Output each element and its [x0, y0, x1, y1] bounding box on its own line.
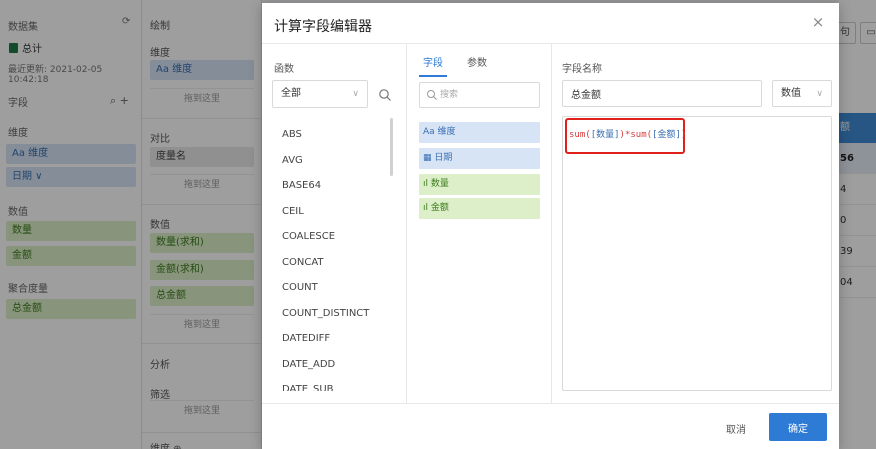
field-type-select[interactable]: 数值 ∨ — [772, 80, 832, 107]
confirm-button[interactable]: 确定 — [769, 413, 827, 441]
tab-params[interactable]: 参数 — [467, 54, 487, 77]
function-item[interactable]: ABS — [262, 122, 406, 148]
type-selected: 数值 — [781, 88, 801, 99]
function-item[interactable]: CONCAT — [262, 250, 406, 276]
field-search-input[interactable] — [440, 87, 535, 103]
formula-editor[interactable]: sum([数量])*sum([金额]) — [562, 116, 832, 391]
field-search — [419, 82, 540, 108]
field-column: 字段 参数 Aa 维度 ▦ 日期 ıl 数量 ıl 金额 — [407, 44, 551, 403]
chevron-down-icon: ∨ — [352, 89, 359, 99]
function-list: ABS AVG BASE64 CEIL COALESCE CONCAT COUN… — [262, 122, 406, 391]
cancel-button[interactable]: 取消 — [718, 416, 754, 440]
function-title: 函数 — [274, 64, 294, 75]
field-name-input[interactable] — [562, 80, 762, 107]
search-icon — [427, 90, 437, 100]
field-item-date[interactable]: ▦ 日期 — [419, 148, 540, 169]
function-category-select[interactable]: 全部 ∨ — [272, 80, 368, 108]
calc-field-editor-modal: 计算字段编辑器 × 函数 全部 ∨ ABS AVG BASE64 CEIL CO… — [262, 3, 839, 449]
chevron-down-icon: ∨ — [816, 89, 823, 99]
function-item[interactable]: COALESCE — [262, 224, 406, 250]
function-item[interactable]: AVG — [262, 148, 406, 174]
formula-text: sum([数量])*sum([金额]) — [569, 130, 687, 140]
field-item-dimension[interactable]: Aa 维度 — [419, 122, 540, 143]
function-item[interactable]: COUNT_DISTINCT — [262, 301, 406, 327]
calendar-icon: ▦ — [423, 153, 435, 163]
function-item[interactable]: CEIL — [262, 199, 406, 225]
tab-fields[interactable]: 字段 — [419, 54, 447, 77]
bar-chart-icon: ıl — [423, 179, 431, 189]
function-item[interactable]: DATE_ADD — [262, 352, 406, 378]
editor-column: 字段名称 数值 ∨ sum([数量])*sum([金额]) — [552, 44, 839, 403]
function-item[interactable]: COUNT — [262, 275, 406, 301]
modal-title: 计算字段编辑器 — [274, 19, 372, 35]
bar-chart-icon: ıl — [423, 203, 431, 213]
function-scrollbar[interactable] — [390, 118, 393, 176]
field-tabs: 字段 参数 — [419, 54, 487, 77]
search-icon[interactable] — [378, 88, 392, 102]
field-item-amount[interactable]: ıl 金额 — [419, 198, 540, 219]
close-icon[interactable]: × — [810, 14, 826, 30]
function-item[interactable]: BASE64 — [262, 173, 406, 199]
function-column: 函数 全部 ∨ ABS AVG BASE64 CEIL COALESCE CON… — [262, 44, 406, 403]
field-name-title: 字段名称 — [562, 64, 602, 75]
function-item[interactable]: DATE_SUB — [262, 377, 406, 391]
field-item-quantity[interactable]: ıl 数量 — [419, 174, 540, 195]
function-item[interactable]: DATEDIFF — [262, 326, 406, 352]
category-selected: 全部 — [281, 88, 301, 99]
